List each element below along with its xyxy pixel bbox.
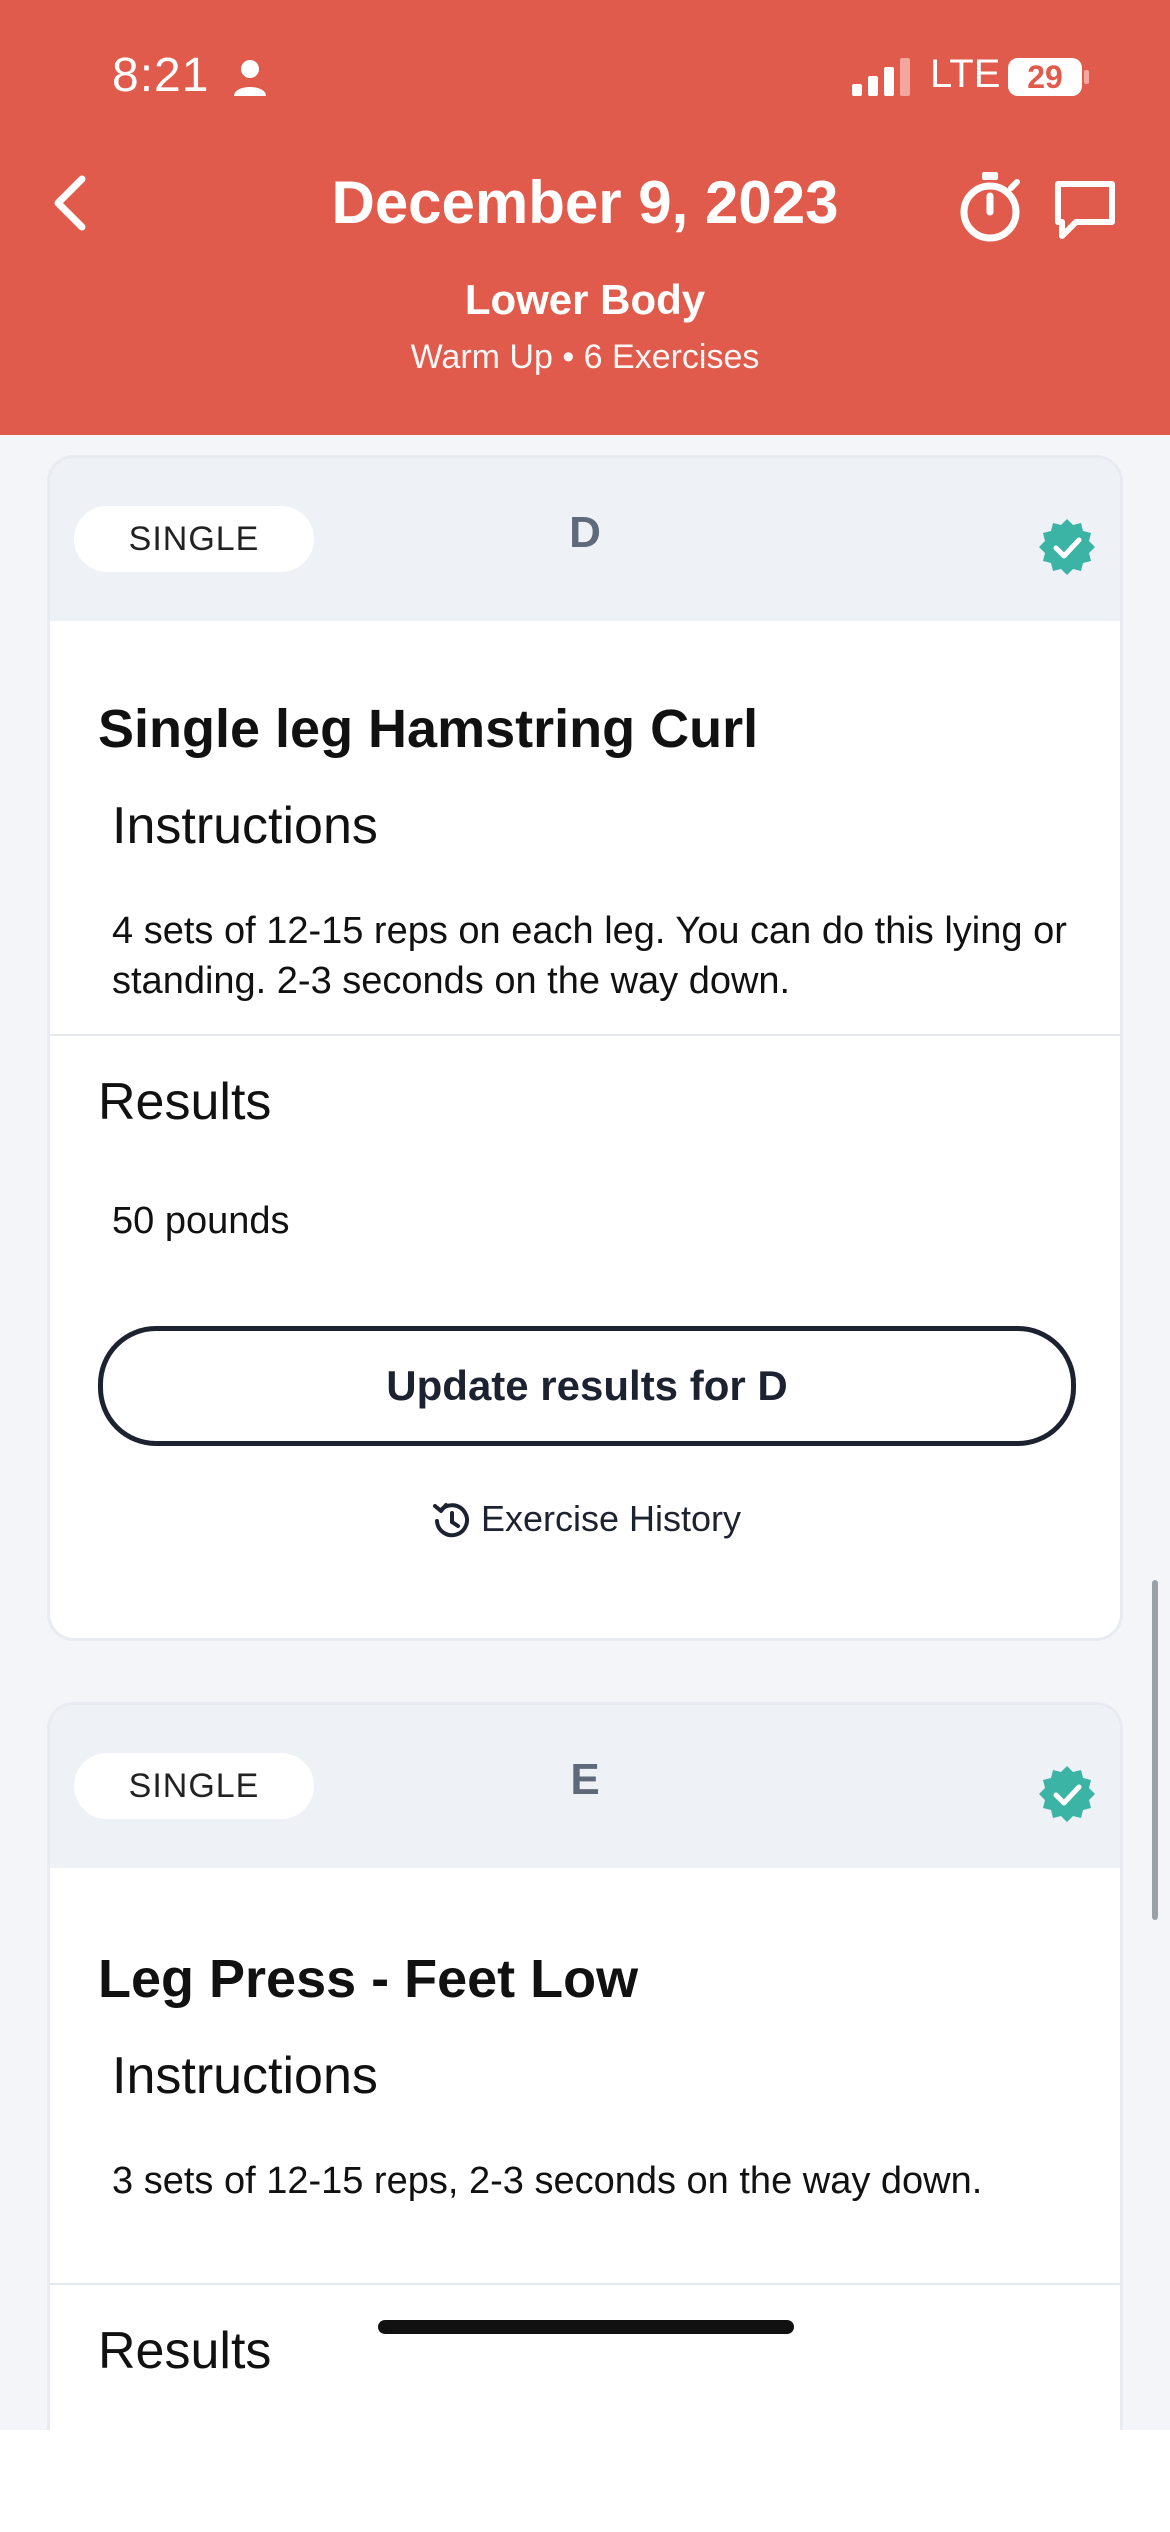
signal-icon: [852, 58, 910, 96]
instructions-heading: Instructions: [112, 2047, 378, 2105]
exercise-letter: E: [570, 1755, 600, 1804]
workout-name: Lower Body: [464, 276, 706, 323]
scrollbar[interactable]: [1152, 1580, 1158, 1920]
check-badge-icon: [1039, 1766, 1095, 1822]
person-icon: [234, 60, 266, 96]
instructions-text: 3 sets of 12-15 reps, 2-3 seconds on the…: [112, 2160, 983, 2202]
exercise-history-link[interactable]: Exercise History: [50, 1498, 1120, 1544]
chat-icon[interactable]: [1052, 178, 1118, 242]
app-header: 8:21 LTE 29 December 9, 2023 Lower Body …: [0, 0, 1170, 435]
instructions-text: 4 sets of 12-15 reps on each leg. You ca…: [112, 910, 1067, 1002]
check-badge-icon: [1039, 519, 1095, 575]
battery-level: 29: [1027, 59, 1063, 95]
exercise-card: SINGLE D Single leg Hamstring Curl Instr…: [50, 458, 1120, 1638]
exercise-title: Leg Press - Feet Low: [98, 1949, 639, 2009]
home-indicator[interactable]: [378, 2320, 794, 2334]
update-results-button[interactable]: Update results for D: [98, 1326, 1076, 1446]
network-label: LTE: [930, 52, 1001, 96]
exercise-title: Single leg Hamstring Curl: [98, 699, 759, 759]
instructions-heading: Instructions: [112, 797, 378, 855]
card-header: SINGLE D: [50, 458, 1120, 621]
results-heading: Results: [98, 2322, 272, 2380]
divider: [50, 1034, 1120, 1036]
workout-meta: Warm Up • 6 Exercises: [410, 338, 760, 376]
exercise-card: SINGLE E Leg Press - Feet Low Instructio…: [50, 1705, 1120, 2465]
results-heading: Results: [98, 1073, 272, 1131]
card-header: SINGLE E: [50, 1705, 1120, 1868]
divider: [50, 2283, 1120, 2285]
results-text: 50 pounds: [112, 1200, 290, 1242]
exercise-letter: D: [569, 508, 601, 557]
history-icon: [432, 1503, 469, 1538]
status-time: 8:21: [112, 49, 210, 102]
bottom-area: [0, 2430, 1170, 2532]
history-label: Exercise History: [480, 1498, 742, 1539]
timer-icon[interactable]: [955, 170, 1025, 244]
